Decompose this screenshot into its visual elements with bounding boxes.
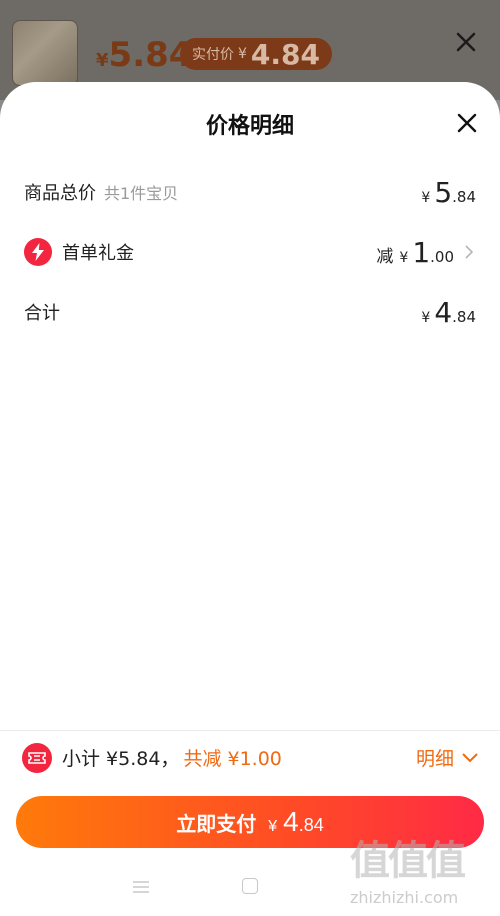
subtotal-text: 小计 ¥5.84， [62,748,180,770]
currency-symbol: ¥ [96,50,109,71]
total-row: 合计 ¥ 4 .84 [24,292,476,332]
sheet-title: 价格明细 [205,114,294,139]
currency-symbol: ¥ [268,818,278,835]
price-integer: 5 [434,175,453,209]
pill-price: 4.84 [250,37,321,71]
ticket-icon [22,742,52,773]
currency-symbol: ¥ [421,309,431,326]
actual-price-pill: 实付价 ¥ 4.84 [180,37,333,71]
menu-icon[interactable] [132,880,150,894]
item-count: 共1件宝贝 [104,184,179,203]
currency-symbol: ¥ [421,189,431,206]
summary-bar: 小计 ¥5.84， 共减 ¥1.00 明细 [0,730,500,784]
lightning-icon [24,238,52,266]
price-integer: 1 [412,235,431,269]
system-nav-bar [0,860,500,916]
pay-now-button[interactable]: 立即支付 ¥4.84 [16,796,484,848]
total-price: ¥ 4 .84 [421,296,476,329]
coupon-label: 首单礼金 [62,243,134,264]
goods-total-price: ¥ 5 .84 [421,176,476,209]
price-detail-sheet: 价格明细 商品总价 共1件宝贝 ¥ 5 .84 首单礼金 减 ¥ 1 .00 合… [0,82,500,916]
pill-currency: ¥ [238,46,247,62]
detail-label: 明细 [415,748,454,770]
pay-now-label: 立即支付 [176,813,257,836]
pay-amount: ¥4.84 [268,806,324,838]
close-icon[interactable] [454,110,480,136]
product-thumbnail [12,20,78,86]
product-price: ¥5.84 [96,35,192,75]
home-icon[interactable] [242,878,258,894]
pill-label: 实付价 [192,47,234,63]
chevron-down-icon [462,752,478,762]
coupon-discount: 减 ¥ 1 .00 [376,236,476,269]
close-icon[interactable] [452,28,480,56]
price-integer: 4 [434,295,453,329]
total-label: 合计 [24,303,60,324]
goods-total-row: 商品总价 共1件宝贝 ¥ 5 .84 [24,172,476,212]
price-decimal: .84 [452,187,476,206]
goods-total-label: 商品总价 [24,183,96,204]
detail-toggle[interactable]: 明细 [416,744,478,771]
price-decimal: .00 [430,247,454,266]
chevron-right-icon [465,245,474,259]
saved-text: 共减 ¥1.00 [183,748,282,770]
first-order-coupon-row[interactable]: 首单礼金 减 ¥ 1 .00 [24,232,476,272]
discount-label: 减 [376,246,394,267]
currency-symbol: ¥ [399,249,409,266]
price-decimal: .84 [298,815,324,835]
price-integer: 4 [283,806,299,837]
price-decimal: .84 [452,307,476,326]
